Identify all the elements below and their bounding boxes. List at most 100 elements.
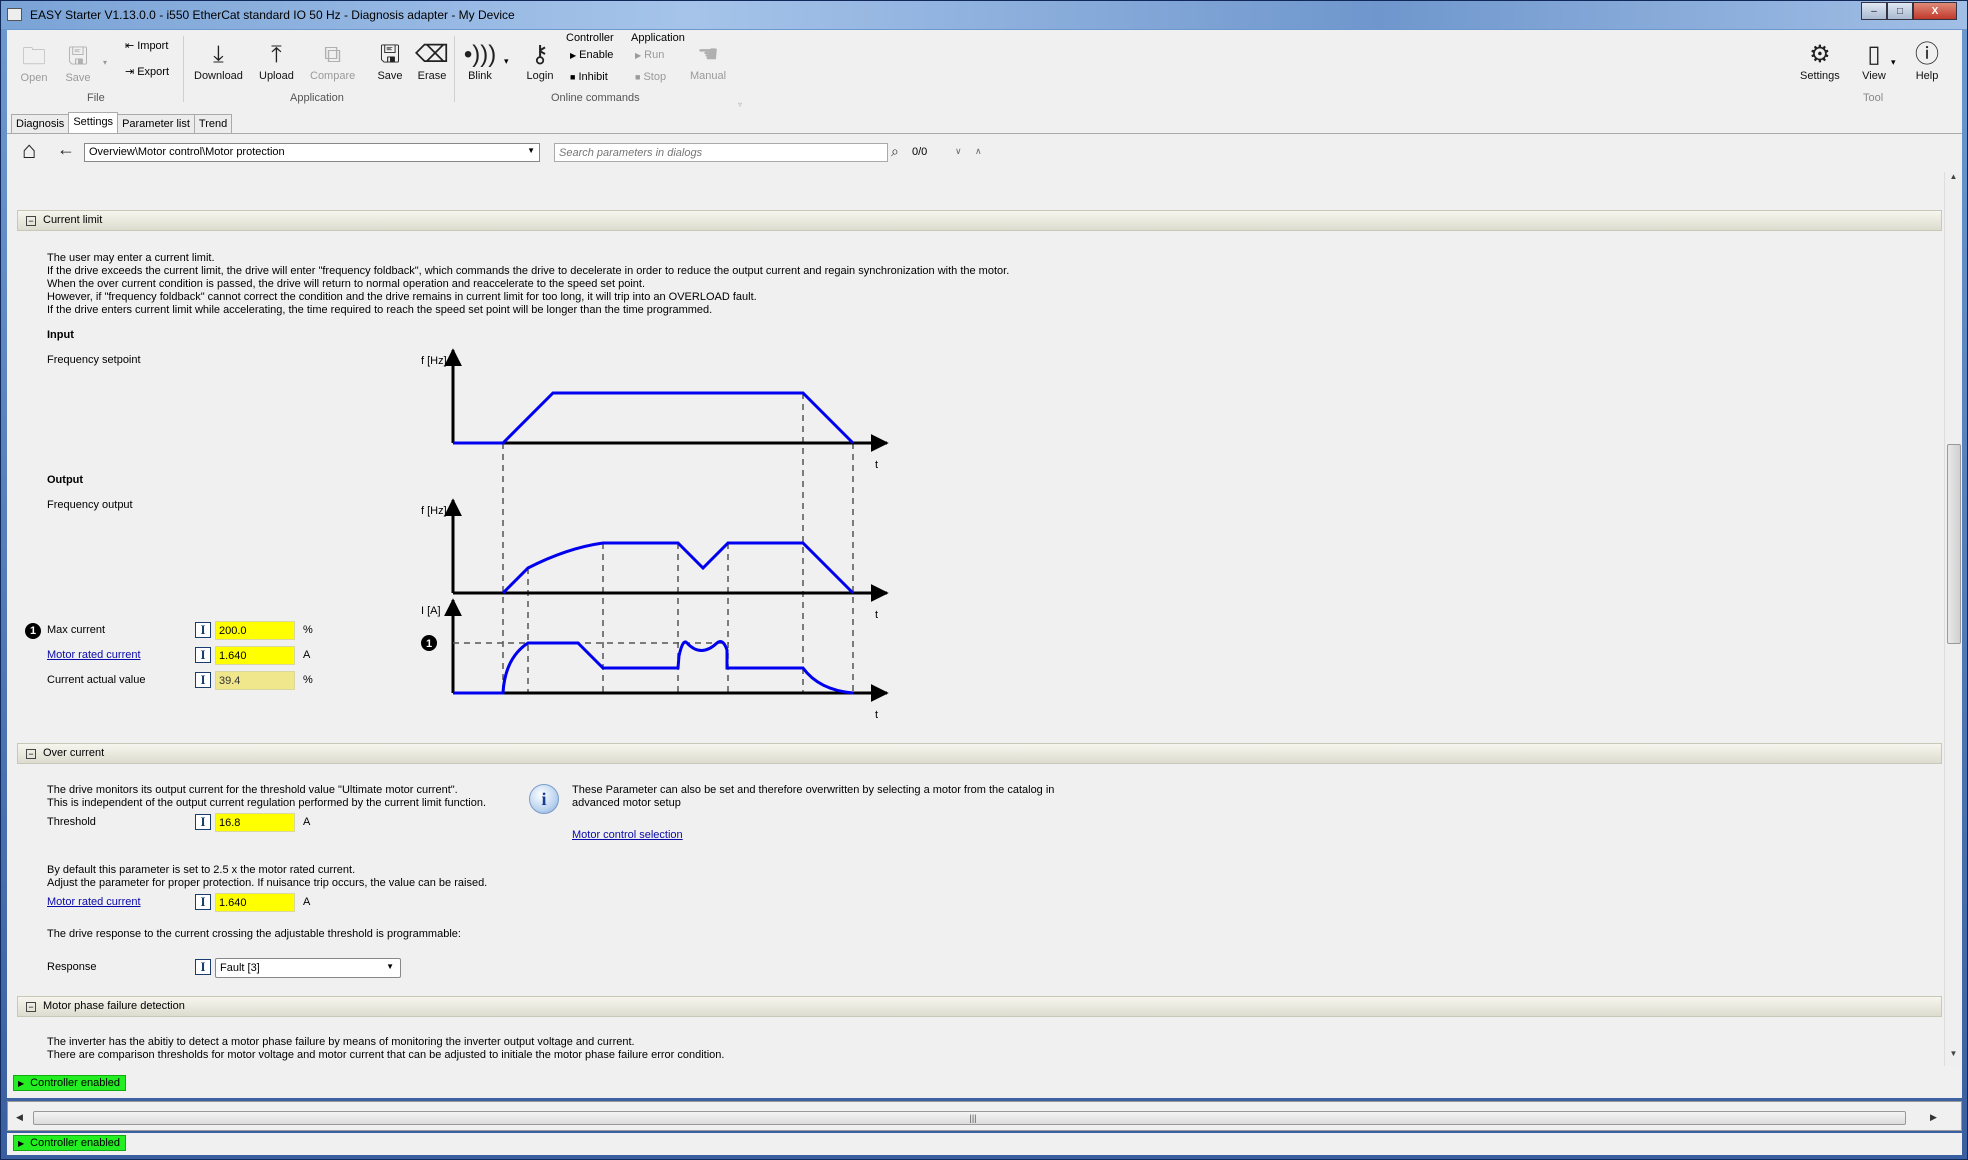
application-window: EASY Starter V1.13.0.0 - i550 EtherCat s… — [0, 0, 1968, 1160]
group-separator — [454, 36, 455, 102]
hand-icon: ☚ — [697, 41, 719, 68]
threshold-input[interactable]: 16.8 — [215, 813, 295, 832]
path-dropdown[interactable]: Overview\Motor control\Motor protection … — [84, 143, 540, 162]
plot2-ylabel: f [Hz] — [421, 505, 447, 517]
enable-button[interactable]: ▶ Enable — [570, 49, 613, 61]
motor-rated-current-input[interactable]: 1.640 — [215, 893, 295, 912]
info-icon[interactable]: I — [195, 622, 211, 638]
navigation-bar: ⌂ ← Overview\Motor control\Motor protect… — [7, 133, 1962, 165]
tool-group-label: Tool — [1863, 92, 1884, 104]
search-icon[interactable]: ⌕ — [891, 143, 899, 160]
export-button[interactable]: ⇥ Export — [125, 65, 169, 79]
play-icon: ▶ — [18, 1079, 25, 1088]
status-bar: ▶ Controller enabled — [7, 1073, 1962, 1093]
stop-button[interactable]: ■ Stop — [635, 71, 666, 83]
tab-settings[interactable]: Settings — [68, 112, 119, 133]
input-heading: Input — [47, 329, 74, 341]
frequency-output-label: Frequency output — [47, 499, 133, 511]
close-button[interactable]: X — [1913, 2, 1957, 20]
view-button[interactable]: ▯ View — [1859, 40, 1889, 83]
download-icon: ⤓ — [213, 41, 224, 68]
inhibit-button[interactable]: ■ Inhibit — [570, 71, 608, 83]
collapse-icon[interactable]: − — [26, 749, 36, 759]
help-button[interactable]: ⓘ Help — [1912, 40, 1942, 83]
app-icon — [7, 8, 22, 21]
tab-trend[interactable]: Trend — [193, 114, 233, 133]
back-arrow-icon[interactable]: ← — [57, 139, 75, 160]
scroll-right-icon[interactable]: ▶ — [1930, 1112, 1937, 1123]
search-next-icon[interactable]: ∨ — [955, 146, 962, 157]
plot3-xlabel: t — [875, 709, 878, 718]
download-button[interactable]: ⤓ Download — [194, 40, 243, 83]
section-header-over-current[interactable]: − Over current — [17, 743, 1942, 764]
save-dropdown-icon[interactable]: ▾ — [103, 58, 107, 67]
motor-rated-current-link[interactable]: Motor rated current — [47, 649, 141, 661]
play-icon: ▶ — [570, 50, 577, 60]
response-row: Response I Fault [3] ▼ — [25, 958, 425, 978]
section-header-current-limit[interactable]: − Current limit — [17, 210, 1942, 231]
manual-button[interactable]: ☚ Manual — [690, 40, 726, 83]
login-button[interactable]: ⚷ Login — [525, 40, 555, 83]
search-prev-icon[interactable]: ∧ — [975, 146, 982, 157]
description-line: There are comparison thresholds for moto… — [47, 1049, 725, 1061]
compare-icon: ⧉ — [324, 41, 342, 68]
scroll-down-icon[interactable]: ▼ — [1945, 1049, 1962, 1066]
scroll-up-icon[interactable]: ▲ — [1945, 172, 1962, 189]
upload-button[interactable]: ⤒ Upload — [259, 40, 294, 83]
blink-dropdown-icon[interactable]: ▾ — [504, 56, 509, 67]
motor-rated-current-link[interactable]: Motor rated current — [47, 896, 141, 908]
unit-label: % — [303, 674, 313, 686]
unit-label: % — [303, 624, 313, 636]
tab-diagnosis[interactable]: Diagnosis — [11, 114, 70, 133]
floppy-icon: 🖫 — [67, 43, 89, 70]
upload-icon: ⤒ — [271, 41, 282, 68]
collapse-icon[interactable]: − — [26, 1002, 36, 1012]
view-dropdown-icon[interactable]: ▾ — [1891, 57, 1896, 68]
tab-parameter-list[interactable]: Parameter list — [117, 114, 195, 133]
section-header-phase-failure[interactable]: − Motor phase failure detection — [17, 996, 1942, 1017]
max-current-label: Max current — [47, 624, 106, 636]
ribbon-expand-icon[interactable]: ▿ — [738, 100, 742, 109]
tab-bar: Diagnosis Settings Parameter list Trend — [11, 112, 233, 133]
motor-rated-current-input[interactable]: 1.640 — [215, 646, 295, 665]
run-button[interactable]: ▶ Run — [635, 49, 664, 61]
file-group-label: File — [87, 92, 105, 104]
erase-button[interactable]: ⌫ Erase — [415, 40, 449, 83]
current-curve — [453, 640, 854, 695]
vertical-scrollbar[interactable]: ▲ ▼ — [1944, 172, 1961, 1066]
stop-square-icon: ■ — [570, 72, 576, 82]
description-line: Adjust the parameter for proper protecti… — [47, 877, 488, 889]
play-icon: ▶ — [635, 50, 642, 60]
blink-button[interactable]: •))) Blink — [464, 40, 496, 83]
open-button[interactable]: 🗀 Open — [19, 42, 49, 85]
max-current-input[interactable]: 200.0 — [215, 621, 295, 640]
info-icon[interactable]: I — [195, 959, 211, 975]
info-icon[interactable]: I — [195, 647, 211, 663]
scroll-thumb[interactable] — [1947, 444, 1961, 644]
motor-control-selection-link[interactable]: Motor control selection — [572, 829, 683, 842]
horizontal-scrollbar[interactable]: ||| — [33, 1111, 1906, 1125]
app-save-button[interactable]: 🖫 Save — [375, 40, 405, 83]
settings-button[interactable]: ⚙ Settings — [1800, 40, 1840, 83]
scroll-left-icon[interactable]: ◀ — [16, 1112, 23, 1123]
scroll-grip-icon: ||| — [969, 1113, 977, 1123]
current-actual-value-label: Current actual value — [47, 674, 146, 686]
maximize-button[interactable]: □ — [1887, 2, 1913, 20]
collapse-icon[interactable]: − — [26, 216, 36, 226]
description-line: The drive response to the current crossi… — [47, 928, 461, 940]
info-icon[interactable]: I — [195, 894, 211, 910]
info-icon[interactable]: I — [195, 672, 211, 688]
search-input[interactable] — [554, 143, 888, 162]
import-button[interactable]: ⇤ Import — [125, 39, 168, 53]
group-separator — [183, 36, 184, 102]
minimize-button[interactable]: – — [1861, 2, 1887, 20]
search-result-count: 0/0 — [912, 146, 928, 158]
stop-square-icon: ■ — [635, 72, 641, 82]
info-icon[interactable]: I — [195, 814, 211, 830]
file-save-button[interactable]: 🖫 Save — [63, 42, 93, 85]
description-line: This is independent of the output curren… — [47, 797, 487, 809]
compare-button[interactable]: ⧉ Compare — [310, 40, 355, 83]
response-dropdown[interactable]: Fault [3] ▼ — [215, 958, 401, 978]
horizontal-scroll-panel: ◀ ||| ▶ — [7, 1101, 1962, 1131]
home-icon[interactable]: ⌂ — [15, 138, 43, 164]
